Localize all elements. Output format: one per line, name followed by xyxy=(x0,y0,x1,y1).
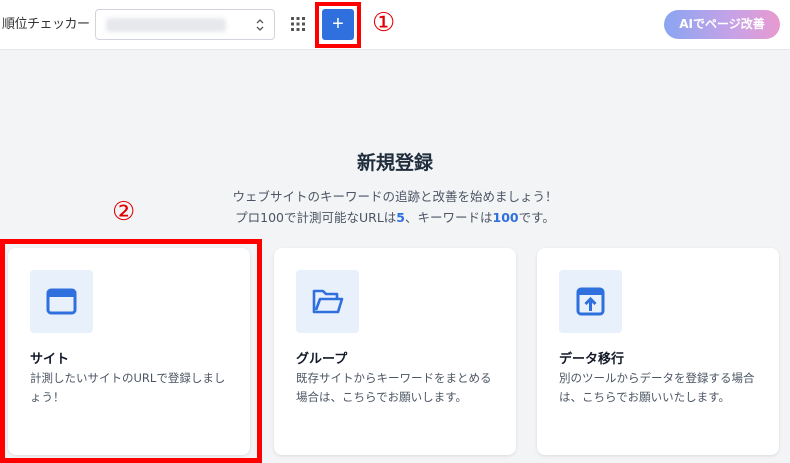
highlight-box-site-card xyxy=(0,239,262,463)
register-group-card[interactable]: グループ 既存サイトからキーワードをまとめる場合は、こちらでお願いします。 xyxy=(274,248,516,455)
card-title: グループ xyxy=(296,352,348,367)
card-icon-box xyxy=(559,270,622,333)
annotation-marker-2: ② xyxy=(112,197,136,227)
card-icon-box xyxy=(296,270,359,333)
data-migration-card[interactable]: データ移行 別のツールからデータを登録する場合は、こちらでお願いいたします。 xyxy=(537,248,779,455)
intro-line-2-part2: 、キーワードは xyxy=(405,210,493,225)
site-select[interactable] xyxy=(95,9,275,40)
card-description: 別のツールからデータを登録する場合は、こちらでお願いいたします。 xyxy=(559,371,755,404)
intro-line-2-part1: プロ100で計測可能なURLは xyxy=(235,210,397,225)
url-limit-count: 5 xyxy=(396,210,405,225)
intro-line-2-part3: です。 xyxy=(518,210,555,225)
app-logo[interactable]: 順位チェッカー xyxy=(2,13,90,32)
highlight-box-add-button xyxy=(315,2,361,48)
apps-grid-icon[interactable] xyxy=(291,17,305,31)
keyword-limit-count: 100 xyxy=(492,210,519,225)
card-title: データ移行 xyxy=(559,352,625,367)
upload-box-icon xyxy=(576,287,605,316)
folder-open-icon xyxy=(312,289,344,314)
chevron-updown-icon xyxy=(256,19,264,31)
page-title: 新規登録 xyxy=(356,152,433,174)
card-description: 既存サイトからキーワードをまとめる場合は、こちらでお願いします。 xyxy=(296,371,492,404)
site-select-value-blurred xyxy=(106,18,226,32)
ai-page-improve-button[interactable]: AIでページ改善 xyxy=(664,10,780,39)
annotation-marker-1: ① xyxy=(372,8,396,38)
